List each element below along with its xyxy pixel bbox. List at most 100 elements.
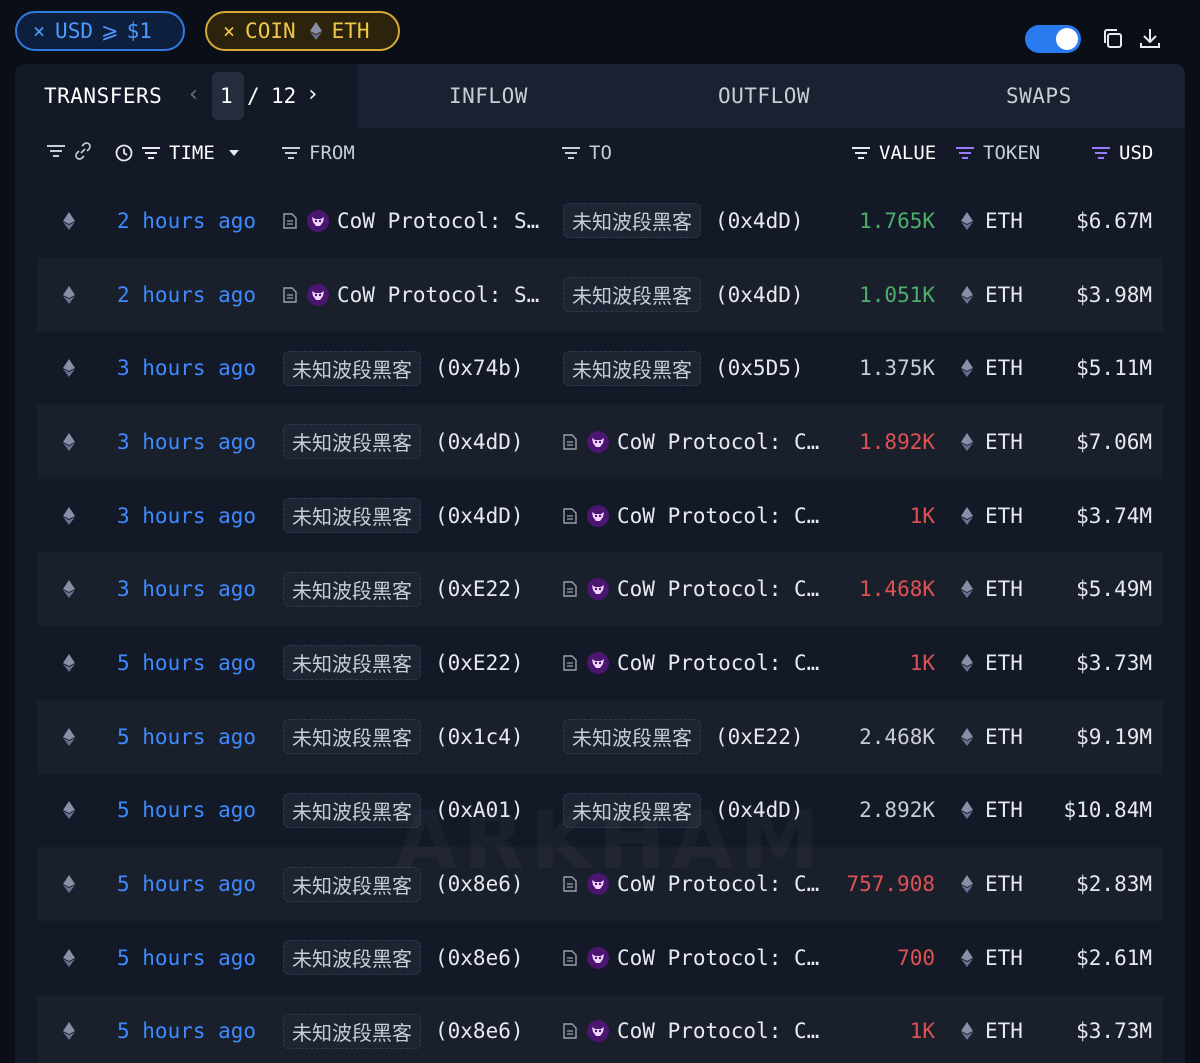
token-cell[interactable]: ETH xyxy=(985,184,1023,258)
chevron-right-icon[interactable]: › xyxy=(306,82,319,107)
to-entity-tag[interactable]: 未知波段黑客 xyxy=(563,203,701,239)
token-text[interactable]: ETH xyxy=(985,725,1023,749)
token-text[interactable]: ETH xyxy=(985,798,1023,822)
time-text[interactable]: 2 hours ago xyxy=(117,283,256,307)
from-address[interactable]: (0xE22) xyxy=(435,651,524,675)
table-row[interactable]: 2 hours ago CoW Protocol: S… 未知波段黑客 (0x4d… xyxy=(37,184,1163,258)
time-cell[interactable]: 5 hours ago xyxy=(117,995,256,1063)
token-text[interactable]: ETH xyxy=(985,577,1023,601)
to-cell[interactable]: CoW Protocol: C… xyxy=(563,995,853,1063)
copy-icon[interactable] xyxy=(1100,26,1126,52)
to-entity-name[interactable]: CoW Protocol: C… xyxy=(617,430,819,454)
download-icon[interactable] xyxy=(1137,26,1163,52)
token-text[interactable]: ETH xyxy=(985,651,1023,675)
from-address[interactable]: (0x4dD) xyxy=(435,430,524,454)
to-cell[interactable]: CoW Protocol: C… xyxy=(563,626,853,700)
close-icon[interactable]: × xyxy=(223,19,235,43)
from-cell[interactable]: CoW Protocol: S… xyxy=(283,184,553,258)
from-cell[interactable]: 未知波段黑客 (0x8e6) xyxy=(283,995,553,1063)
to-cell[interactable]: 未知波段黑客 (0x5D5) xyxy=(563,331,853,405)
token-cell[interactable]: ETH xyxy=(985,921,1023,995)
usd-column-header[interactable]: USD xyxy=(1091,142,1153,164)
time-text[interactable]: 3 hours ago xyxy=(117,504,256,528)
from-entity-name[interactable]: CoW Protocol: S… xyxy=(337,283,539,307)
token-cell[interactable]: ETH xyxy=(985,995,1023,1063)
to-entity-name[interactable]: CoW Protocol: C… xyxy=(617,577,819,601)
time-cell[interactable]: 3 hours ago xyxy=(117,552,256,626)
time-cell[interactable]: 3 hours ago xyxy=(117,479,256,553)
time-cell[interactable]: 2 hours ago xyxy=(117,184,256,258)
toggle-switch[interactable] xyxy=(1025,25,1081,53)
to-entity-name[interactable]: CoW Protocol: C… xyxy=(617,1019,819,1043)
time-text[interactable]: 2 hours ago xyxy=(117,209,256,233)
from-address[interactable]: (0x8e6) xyxy=(435,1019,524,1043)
from-cell[interactable]: 未知波段黑客 (0x74b) xyxy=(283,331,553,405)
time-text[interactable]: 5 hours ago xyxy=(117,798,256,822)
time-column-header[interactable]: TIME xyxy=(115,142,249,164)
token-text[interactable]: ETH xyxy=(985,356,1023,380)
filter-icon[interactable] xyxy=(561,145,581,161)
from-cell[interactable]: 未知波段黑客 (0xE22) xyxy=(283,552,553,626)
to-entity-name[interactable]: CoW Protocol: C… xyxy=(617,651,819,675)
coin-filter-chip[interactable]: × COIN ETH xyxy=(205,11,400,51)
to-cell[interactable]: 未知波段黑客 (0xE22) xyxy=(563,700,853,774)
from-entity-tag[interactable]: 未知波段黑客 xyxy=(283,719,421,755)
time-cell[interactable]: 3 hours ago xyxy=(117,331,256,405)
time-text[interactable]: 3 hours ago xyxy=(117,577,256,601)
time-text[interactable]: 5 hours ago xyxy=(117,1019,256,1043)
from-address[interactable]: (0x4dD) xyxy=(435,504,524,528)
token-cell[interactable]: ETH xyxy=(985,847,1023,921)
from-entity-tag[interactable]: 未知波段黑客 xyxy=(283,350,421,386)
token-text[interactable]: ETH xyxy=(985,504,1023,528)
table-row[interactable]: 5 hours ago 未知波段黑客 (0x8e6) CoW Protocol: … xyxy=(37,921,1163,995)
to-address[interactable]: (0xE22) xyxy=(715,725,804,749)
token-text[interactable]: ETH xyxy=(985,946,1023,970)
to-column-header[interactable]: TO xyxy=(561,142,612,164)
filter-icon[interactable] xyxy=(1091,145,1111,161)
token-text[interactable]: ETH xyxy=(985,1019,1023,1043)
time-text[interactable]: 3 hours ago xyxy=(117,356,256,380)
to-entity-tag[interactable]: 未知波段黑客 xyxy=(563,350,701,386)
chevron-left-icon[interactable]: ‹ xyxy=(187,82,200,107)
time-text[interactable]: 5 hours ago xyxy=(117,872,256,896)
to-entity-name[interactable]: CoW Protocol: C… xyxy=(617,504,819,528)
tab-outflow[interactable]: OUTFLOW xyxy=(718,84,810,108)
from-cell[interactable]: CoW Protocol: S… xyxy=(283,258,553,332)
table-row[interactable]: 5 hours ago 未知波段黑客 (0xE22) CoW Protocol: … xyxy=(37,626,1163,700)
table-row[interactable]: 2 hours ago CoW Protocol: S… 未知波段黑客 (0x4d… xyxy=(37,257,1163,332)
tab-swaps[interactable]: SWAPS xyxy=(1006,84,1072,108)
to-cell[interactable]: CoW Protocol: C… xyxy=(563,405,853,479)
close-icon[interactable]: × xyxy=(33,19,45,43)
chain-filter-header[interactable] xyxy=(46,142,100,160)
token-cell[interactable]: ETH xyxy=(985,258,1023,332)
token-text[interactable]: ETH xyxy=(985,872,1023,896)
filter-icon[interactable] xyxy=(851,145,871,161)
caret-down-icon[interactable] xyxy=(227,148,241,158)
link-icon[interactable] xyxy=(74,142,92,160)
from-entity-name[interactable]: CoW Protocol: S… xyxy=(337,209,539,233)
from-column-header[interactable]: FROM xyxy=(281,142,355,164)
value-column-header[interactable]: VALUE xyxy=(851,142,936,164)
token-cell[interactable]: ETH xyxy=(985,331,1023,405)
time-cell[interactable]: 5 hours ago xyxy=(117,847,256,921)
time-text[interactable]: 3 hours ago xyxy=(117,430,256,454)
token-cell[interactable]: ETH xyxy=(985,479,1023,553)
table-row[interactable]: 3 hours ago 未知波段黑客 (0x4dD) CoW Protocol: … xyxy=(37,405,1163,479)
from-entity-tag[interactable]: 未知波段黑客 xyxy=(283,645,421,681)
table-row[interactable]: 5 hours ago 未知波段黑客 (0x1c4) 未知波段黑客 (0xE22) … xyxy=(37,699,1163,774)
to-entity-tag[interactable]: 未知波段黑客 xyxy=(563,277,701,313)
time-cell[interactable]: 5 hours ago xyxy=(117,921,256,995)
from-address[interactable]: (0x8e6) xyxy=(435,946,524,970)
token-cell[interactable]: ETH xyxy=(985,774,1023,848)
from-address[interactable]: (0x74b) xyxy=(435,356,524,380)
token-cell[interactable]: ETH xyxy=(985,700,1023,774)
to-address[interactable]: (0x4dD) xyxy=(715,283,804,307)
to-entity-tag[interactable]: 未知波段黑客 xyxy=(563,719,701,755)
from-cell[interactable]: 未知波段黑客 (0xE22) xyxy=(283,626,553,700)
time-cell[interactable]: 5 hours ago xyxy=(117,626,256,700)
filter-icon[interactable] xyxy=(955,145,975,161)
tab-inflow[interactable]: INFLOW xyxy=(449,84,528,108)
to-entity-name[interactable]: CoW Protocol: C… xyxy=(617,946,819,970)
filter-icon[interactable] xyxy=(281,145,301,161)
token-cell[interactable]: ETH xyxy=(985,626,1023,700)
